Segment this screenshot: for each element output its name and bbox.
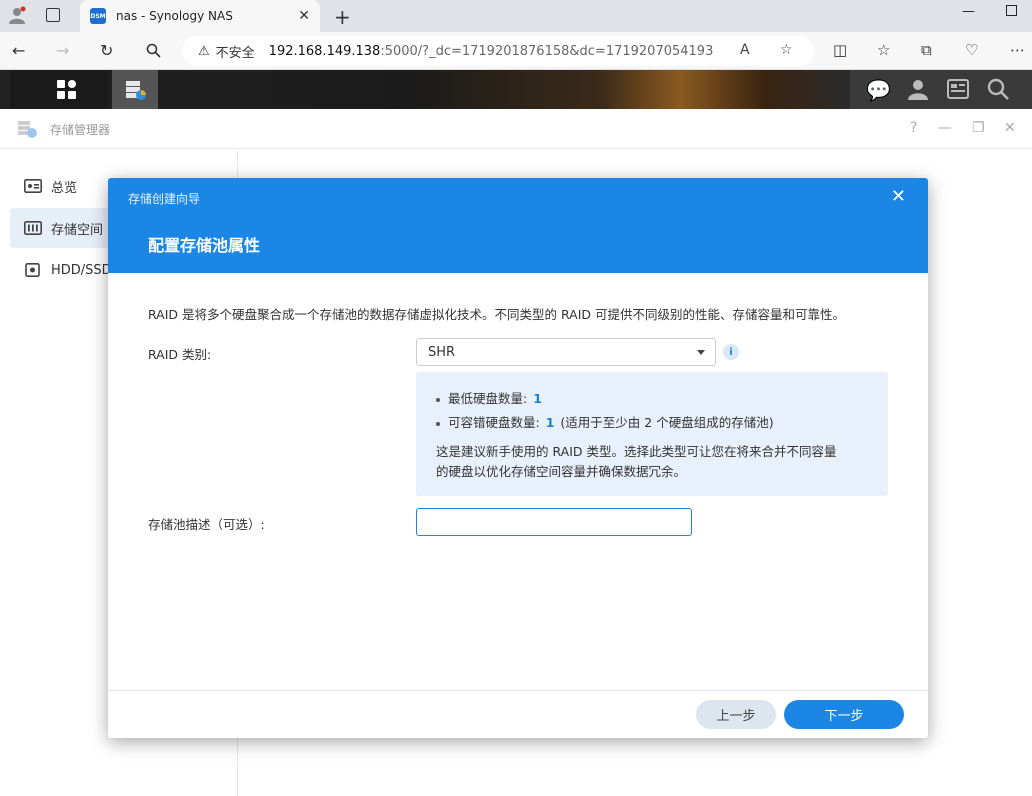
taskbar-right: 💬	[850, 70, 1032, 109]
user-icon[interactable]	[906, 78, 930, 102]
address-bar: ← → ↻ ⚠ 不安全 192.168.149.138:5000/?_dc=17…	[0, 32, 1032, 70]
browser-tab-bar: DSM nas - Synology NAS ✕ + —	[0, 0, 1032, 32]
min-disks-label: 最低硬盘数量:	[448, 391, 528, 406]
raid-info-box: 最低硬盘数量: 1 可容错硬盘数量: 1 (适用于至少由 2 个硬盘组成的存储池) 这…	[416, 372, 888, 496]
sidebar-item-label: 存储空间	[51, 222, 104, 238]
restore-icon[interactable]: ❐	[972, 120, 985, 136]
storage-manager-taskbar-icon[interactable]	[112, 70, 158, 109]
min-disks-value: 1	[533, 391, 542, 406]
chevron-down-icon	[697, 350, 705, 355]
wizard-footer: 上一步 下一步	[108, 690, 928, 738]
min-disks-line: 最低硬盘数量: 1	[436, 388, 548, 407]
search-icon[interactable]	[986, 78, 1010, 102]
split-screen-icon[interactable]: ◫	[833, 41, 847, 59]
tab-close-icon[interactable]: ✕	[298, 8, 310, 24]
collections-icon[interactable]: ⧉	[921, 41, 932, 59]
minimize-icon[interactable]: —	[938, 120, 952, 136]
tab-title: nas - Synology NAS	[116, 9, 233, 23]
storage-manager-logo-icon	[18, 121, 37, 138]
raid-note-line: 的硬盘以优化存储空间容量并确保数据冗余。	[436, 464, 687, 479]
storage-icon	[24, 221, 42, 235]
refresh-icon[interactable]: ↻	[100, 41, 113, 60]
overview-icon	[24, 179, 42, 193]
sidebar-item-label: 总览	[51, 180, 78, 196]
fault-tolerance-label: 可容错硬盘数量:	[448, 415, 540, 430]
browser-tab[interactable]: DSM nas - Synology NAS ✕	[80, 0, 320, 32]
raid-note: 这是建议新手使用的 RAID 类型。选择此类型可让您在将来合并不同容量 的硬盘以…	[436, 442, 837, 482]
favorite-star-icon[interactable]: ☆	[780, 42, 793, 58]
more-menu-icon[interactable]: ⋯	[1010, 41, 1025, 59]
notification-icon[interactable]: 💬	[866, 78, 891, 102]
browser-essentials-icon[interactable]: ♡	[965, 41, 978, 59]
fault-tolerance-value: 1	[545, 415, 555, 430]
help-icon[interactable]: ?	[910, 120, 917, 136]
forward-icon[interactable]: →	[56, 41, 69, 60]
hdd-icon	[25, 263, 40, 277]
pool-description-label: 存储池描述（可选）:	[148, 517, 265, 532]
fault-tolerance-line: 可容错硬盘数量: 1 (适用于至少由 2 个硬盘组成的存储池)	[436, 412, 774, 431]
favorites-icon[interactable]: ☆	[877, 41, 890, 59]
close-icon[interactable]: ✕	[891, 186, 906, 207]
wizard-step-title: 配置存储池属性	[148, 236, 261, 255]
insecure-label: 不安全	[215, 45, 255, 61]
previous-button[interactable]: 上一步	[696, 700, 776, 729]
wizard-header: 存储创建向导 ✕ 配置存储池属性	[108, 178, 928, 273]
wizard-window-title: 存储创建向导	[128, 192, 201, 206]
minimize-window-icon[interactable]: —	[962, 4, 975, 19]
tab-actions-icon[interactable]	[46, 8, 60, 22]
search-icon[interactable]	[146, 43, 161, 58]
read-aloud-icon[interactable]: A	[740, 42, 750, 58]
next-button[interactable]: 下一步	[784, 700, 904, 729]
url-path: :5000/?_dc=1719201876158&dc=171920705419…	[380, 43, 714, 59]
dsm-favicon-icon: DSM	[90, 8, 106, 24]
back-icon[interactable]: ←	[12, 41, 25, 60]
storage-creation-wizard: 存储创建向导 ✕ 配置存储池属性 RAID 是将多个硬盘聚合成一个存储池的数据存…	[108, 178, 928, 738]
url-field[interactable]: ⚠ 不安全 192.168.149.138:5000/?_dc=17192018…	[182, 36, 814, 66]
app-window-header: 存储管理器 ? — ❐ ✕	[0, 109, 1032, 149]
sidebar-item-label: HDD/SSD	[51, 262, 112, 278]
url-host: 192.168.149.138	[268, 43, 381, 59]
maximize-window-icon[interactable]	[1006, 5, 1017, 16]
raid-type-value: SHR	[428, 344, 456, 360]
raid-type-label: RAID 类别:	[148, 347, 212, 362]
main-menu-icon[interactable]	[57, 80, 77, 100]
warning-icon: ⚠	[198, 43, 210, 59]
widgets-icon[interactable]	[946, 78, 970, 102]
info-icon[interactable]: i	[723, 344, 739, 360]
pool-description-input[interactable]	[416, 508, 692, 536]
fault-tolerance-note: (适用于至少由 2 个硬盘组成的存储池)	[560, 415, 774, 430]
profile-icon[interactable]	[8, 6, 26, 24]
app-title: 存储管理器	[50, 123, 111, 137]
close-icon[interactable]: ✕	[1004, 120, 1016, 136]
dsm-taskbar: 💬	[0, 70, 1032, 109]
raid-type-select[interactable]: SHR	[416, 338, 716, 366]
new-tab-icon[interactable]: +	[334, 5, 351, 29]
raid-note-line: 这是建议新手使用的 RAID 类型。选择此类型可让您在将来合并不同容量	[436, 444, 837, 459]
raid-description: RAID 是将多个硬盘聚合成一个存储池的数据存储虚拟化技术。不同类型的 RAID…	[148, 307, 846, 322]
